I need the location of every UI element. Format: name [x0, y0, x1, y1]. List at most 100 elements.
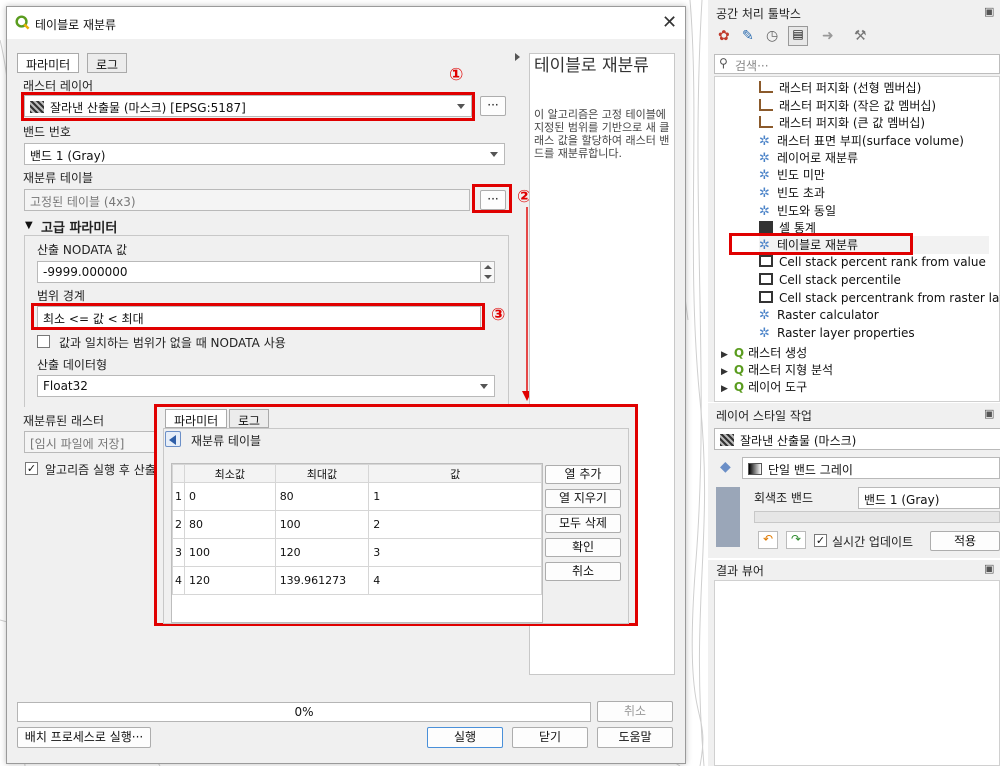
- close-button[interactable]: 닫기: [512, 727, 588, 748]
- run-button[interactable]: 실행: [427, 727, 503, 748]
- add-row-button[interactable]: 열 추가: [545, 465, 621, 484]
- band-combo[interactable]: 밴드 1 (Gray): [24, 143, 505, 165]
- cell-max[interactable]: 100: [274, 510, 370, 539]
- tree-item-cell-stack-percent-rank-value[interactable]: Cell stack percent rank from value: [759, 255, 986, 269]
- symbology-icon[interactable]: ◆: [720, 459, 731, 475]
- annotation-marker-3: ③: [491, 305, 506, 325]
- tree-item-label: 래스터 퍼지화 (선형 멤버십): [779, 81, 922, 95]
- collapse-triangle-icon[interactable]: ▼: [25, 220, 33, 231]
- popup-cancel-button[interactable]: 취소: [545, 562, 621, 581]
- raster-layer-browse-button[interactable]: ···: [480, 96, 506, 116]
- tree-item-cell-stack-percentrank-layer[interactable]: Cell stack percentrank from raster layer: [759, 291, 1000, 305]
- dock-float-icon[interactable]: ▣: [984, 5, 994, 18]
- annotation-box-1: [21, 92, 475, 121]
- tree-item-fuzzify-small[interactable]: 래스터 퍼지화 (작은 값 멤버십): [759, 97, 936, 114]
- splitter-arrow-icon[interactable]: [515, 53, 520, 61]
- column-header-max[interactable]: 최대값: [274, 464, 370, 483]
- layer-styling-title: 레이어 스타일 작업: [716, 409, 812, 423]
- tree-item-greater-frequency[interactable]: ✲ 빈도 초과: [759, 184, 825, 201]
- row-number: 1: [172, 482, 185, 511]
- annotation-box-2: [472, 184, 512, 213]
- results-list[interactable]: [714, 580, 1000, 766]
- reclassified-raster-field[interactable]: [임시 파일에 저장]: [24, 431, 164, 453]
- models-icon[interactable]: ✿: [718, 28, 730, 44]
- results-viewer-icon[interactable]: ▤: [788, 26, 808, 46]
- cell-min[interactable]: 120: [184, 566, 276, 595]
- ok-button[interactable]: 확인: [545, 538, 621, 557]
- range-boundaries-label: 범위 경계: [37, 289, 85, 303]
- edit-features-icon[interactable]: ➜: [822, 28, 834, 44]
- cancel-progress-button[interactable]: 취소: [597, 701, 673, 722]
- scripts-icon[interactable]: ✎: [742, 28, 754, 44]
- cell-max[interactable]: 80: [274, 482, 370, 511]
- output-type-value: Float32: [43, 379, 88, 393]
- close-icon[interactable]: ✕: [662, 12, 677, 33]
- tree-item-raster-layer-properties[interactable]: ✲ Raster layer properties: [759, 326, 915, 340]
- redo-icon[interactable]: ↷: [786, 531, 806, 549]
- tab-log[interactable]: 로그: [87, 53, 128, 73]
- column-header-min[interactable]: 최소값: [184, 464, 276, 483]
- tree-item-label: Cell stack percent rank from value: [779, 255, 986, 269]
- reclass-table-label: 재분류 테이블: [23, 171, 94, 185]
- dock-float-icon[interactable]: ▣: [984, 562, 994, 575]
- renderer-type-combo[interactable]: 단일 밴드 그레이: [742, 457, 1000, 479]
- popup-tab-log[interactable]: 로그: [229, 409, 270, 428]
- live-update-checkbox[interactable]: ✓: [814, 534, 827, 547]
- horizontal-scrollbar[interactable]: [754, 511, 1000, 523]
- tab-parameters[interactable]: 파라미터: [17, 53, 80, 73]
- advanced-params-header[interactable]: 고급 파라미터: [41, 217, 117, 236]
- reclass-table-grid[interactable]: 최소값 최대값 값 1 0 80 1 2 80 100 2 3 100 120 …: [171, 463, 543, 623]
- cell-min[interactable]: 100: [184, 538, 276, 567]
- tree-group-terrain-analysis[interactable]: ▶ Q 래스터 지형 분석: [721, 361, 833, 378]
- back-button[interactable]: [165, 431, 181, 447]
- qgis-logo-icon: Q: [733, 346, 745, 360]
- options-wrench-icon[interactable]: ⚒: [854, 28, 867, 44]
- tree-item-label: 래스터 퍼지화 (작은 값 멤버십): [779, 99, 937, 113]
- tree-item-fuzzify-linear[interactable]: 래스터 퍼지화 (선형 멤버십): [759, 79, 921, 96]
- help-button[interactable]: 도움말: [597, 727, 673, 748]
- cell-value[interactable]: 1: [368, 482, 542, 511]
- nodata-no-match-checkbox[interactable]: [37, 335, 50, 348]
- style-side-tabs[interactable]: [716, 487, 740, 547]
- tree-item-less-frequency[interactable]: ✲ 빈도 미만: [759, 166, 825, 183]
- popup-tab-parameters[interactable]: 파라미터: [165, 409, 228, 428]
- tree-group-label: 래스터 생성: [748, 346, 808, 360]
- cell-min[interactable]: 0: [184, 482, 276, 511]
- history-icon[interactable]: ◷: [766, 28, 778, 44]
- algorithm-gear-icon: ✲: [759, 134, 770, 149]
- cell-max[interactable]: 139.961273: [274, 566, 370, 595]
- cell-max[interactable]: 120: [274, 538, 370, 567]
- tree-item-surface-volume[interactable]: ✲ 래스터 표면 부피(surface volume): [759, 132, 964, 149]
- batch-process-button[interactable]: 배치 프로세스로 실행···: [17, 727, 151, 748]
- cell-value[interactable]: 3: [368, 538, 542, 567]
- cell-value[interactable]: 4: [368, 566, 542, 595]
- qgis-logo-icon: Q: [733, 380, 745, 394]
- toolbox-search-input[interactable]: ⚲ 검색···: [714, 54, 1000, 74]
- tree-item-equal-frequency[interactable]: ✲ 빈도와 동일: [759, 202, 836, 219]
- output-type-combo[interactable]: Float32: [37, 375, 495, 397]
- reclassify-dialog: 테이블로 재분류 ✕ 파라미터 로그 래스터 레이어 잘라낸 산출물 (마스크)…: [6, 6, 686, 764]
- tree-item-reclass-by-layer[interactable]: ✲ 레이어로 재분류: [759, 149, 858, 166]
- layer-select-combo[interactable]: 잘라낸 산출물 (마스크): [714, 428, 1000, 450]
- tree-group-layer-tools[interactable]: ▶ Q 레이어 도구: [721, 378, 807, 395]
- apply-button[interactable]: 적용: [930, 531, 1000, 551]
- remove-row-button[interactable]: 열 지우기: [545, 489, 621, 508]
- gray-band-combo[interactable]: 밴드 1 (Gray): [858, 487, 1000, 509]
- column-header-value[interactable]: 값: [368, 464, 542, 483]
- open-output-checkbox[interactable]: ✓: [25, 462, 38, 475]
- remove-all-button[interactable]: 모두 삭제: [545, 514, 621, 533]
- row-number: 3: [172, 538, 185, 567]
- cell-value[interactable]: 2: [368, 510, 542, 539]
- tree-item-raster-calculator[interactable]: ✲ Raster calculator: [759, 308, 879, 322]
- expand-arrow-icon: ▶: [721, 350, 728, 360]
- undo-icon[interactable]: ↶: [758, 531, 778, 549]
- tree-item-fuzzify-large[interactable]: 래스터 퍼지화 (큰 값 멤버십): [759, 114, 925, 131]
- tree-group-raster-creation[interactable]: ▶ Q 래스터 생성: [721, 344, 807, 361]
- spin-arrows-icon[interactable]: [480, 262, 494, 282]
- cell-min[interactable]: 80: [184, 510, 276, 539]
- dock-float-icon[interactable]: ▣: [984, 407, 994, 420]
- tree-item-cell-stack-percentile[interactable]: Cell stack percentile: [759, 273, 901, 287]
- gray-band-label: 회색조 밴드: [754, 491, 814, 505]
- layer-select-value: 잘라낸 산출물 (마스크): [740, 434, 857, 448]
- nodata-spinbox[interactable]: -9999.000000: [37, 261, 495, 283]
